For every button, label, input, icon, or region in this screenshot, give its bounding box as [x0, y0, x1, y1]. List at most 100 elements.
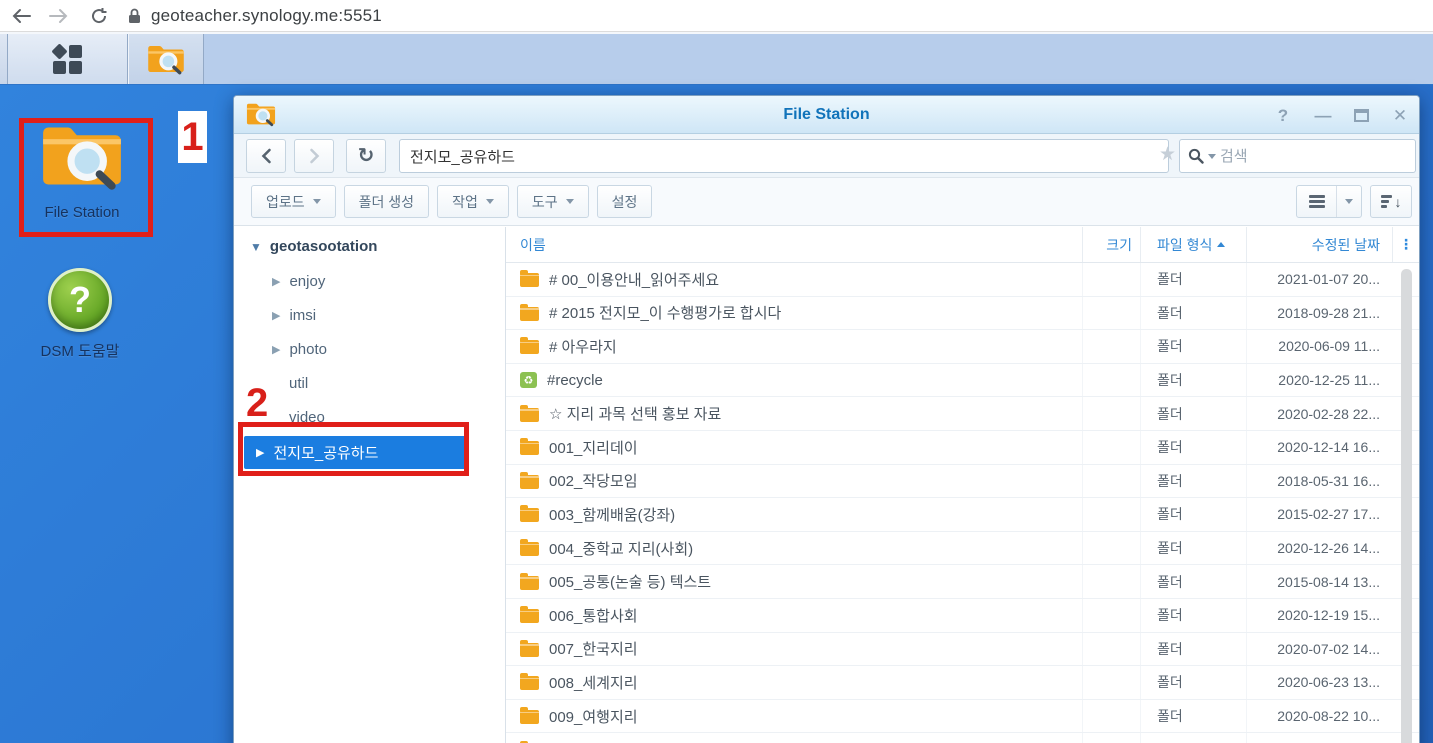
view-mode-button[interactable]: [1296, 185, 1362, 218]
refresh-icon: ↻: [357, 145, 375, 167]
browser-toolbar: geoteacher.synology.me:5551: [0, 0, 1433, 32]
table-row[interactable]: # 아우라지 폴더 2020-06-09 11...: [506, 330, 1419, 364]
create-folder-button[interactable]: 폴더 생성: [343, 185, 430, 218]
table-row[interactable]: 007_한국지리 폴더 2020-07-02 14...: [506, 632, 1419, 667]
window-close-button[interactable]: ✕: [1391, 107, 1409, 124]
nav-refresh-button[interactable]: ↻: [346, 139, 386, 173]
path-field[interactable]: 전지모_공유하드: [399, 139, 1169, 173]
address-bar[interactable]: geoteacher.synology.me:5551: [128, 6, 382, 26]
chevron-down-icon: [485, 199, 494, 204]
action-toolbar: 업로드 폴더 생성 작업 도구 설정 ↓: [234, 178, 1419, 226]
expand-triangle-icon[interactable]: ▶: [256, 446, 264, 459]
list-view-icon[interactable]: [1297, 186, 1337, 217]
desktop-icon-label: File Station: [44, 204, 120, 221]
tree-item-photo[interactable]: ▶ photo: [234, 332, 505, 366]
table-row[interactable]: 006_통합사회 폴더 2020-12-19 15...: [506, 598, 1419, 633]
settings-button[interactable]: 설정: [596, 185, 653, 218]
browser-refresh-icon[interactable]: [84, 3, 114, 29]
folder-icon: [520, 471, 539, 489]
desktop-icon-dsm-help[interactable]: ? DSM 도움말: [16, 268, 144, 361]
table-row[interactable]: 004_중학교 지리(사회) 폴더 2020-12-26 14...: [506, 531, 1419, 566]
sort-arrow-icon: ↓: [1394, 193, 1402, 210]
table-row[interactable]: # 00_이용안내_읽어주세요 폴더 2021-01-07 20...: [506, 263, 1419, 297]
folder-icon: [520, 707, 539, 725]
collapse-triangle-icon[interactable]: ▼: [250, 240, 262, 254]
folder-icon: [520, 303, 539, 321]
file-station-icon: [148, 45, 184, 75]
main-menu-button[interactable]: [8, 34, 128, 84]
column-header-size[interactable]: 크기: [1082, 227, 1140, 262]
sort-button[interactable]: ↓: [1370, 185, 1412, 218]
help-icon: ?: [48, 268, 112, 332]
expand-triangle-icon[interactable]: ▶: [272, 275, 280, 288]
table-row[interactable]: ☆ 지리 과목 선택 홍보 자료 폴더 2020-02-28 22...: [506, 397, 1419, 431]
nav-back-button[interactable]: [246, 139, 286, 173]
column-header-type[interactable]: 파일 형식: [1140, 227, 1246, 262]
taskbar-file-station-button[interactable]: [128, 34, 204, 84]
lock-icon: [129, 8, 140, 23]
chevron-down-icon: [565, 199, 574, 204]
column-header-date[interactable]: 수정된 날짜: [1246, 227, 1392, 262]
url-text: geoteacher.synology.me:5551: [151, 5, 382, 25]
file-station-icon: [43, 127, 121, 190]
table-row[interactable]: 008_세계지리 폴더 2020-06-23 13...: [506, 666, 1419, 700]
table-row[interactable]: 009_여행지리 폴더 2020-08-22 10...: [506, 699, 1419, 734]
tree-item-video[interactable]: video: [234, 400, 505, 434]
sort-icon: [1380, 195, 1392, 208]
file-list-header: 이름 크기 파일 형식 수정된 날짜 ⋮: [506, 227, 1419, 263]
folder-icon: [520, 606, 539, 624]
folder-icon: [520, 438, 539, 456]
sort-ascending-icon: [1217, 242, 1226, 247]
window-maximize-button[interactable]: [1354, 108, 1369, 122]
window-minimize-button[interactable]: —: [1314, 107, 1332, 124]
nav-forward-button[interactable]: [294, 139, 334, 173]
tree-item-imsi[interactable]: ▶ imsi: [234, 298, 505, 332]
table-row[interactable]: 005_공통(논술 등) 텍스트 폴더 2015-08-14 13...: [506, 565, 1419, 599]
window-titlebar[interactable]: File Station ? — ✕: [234, 96, 1419, 134]
search-options-caret-icon[interactable]: [1208, 153, 1216, 159]
column-options-icon[interactable]: ⋮: [1392, 227, 1419, 262]
favorite-star-icon[interactable]: ★: [1159, 143, 1176, 166]
table-row[interactable]: ♻ #recycle 폴더 2020-12-25 11...: [506, 363, 1419, 398]
desktop-icon-label: DSM 도움말: [40, 343, 120, 360]
browser-back-icon[interactable]: [6, 3, 36, 29]
folder-icon: [520, 639, 539, 657]
upload-button[interactable]: 업로드: [251, 185, 336, 218]
folder-icon: [520, 505, 539, 523]
expand-triangle-icon[interactable]: ▶: [272, 309, 280, 322]
table-row[interactable]: 001_지리데이 폴더 2020-12-14 16...: [506, 430, 1419, 465]
view-mode-caret-icon[interactable]: [1337, 186, 1361, 217]
expand-triangle-icon[interactable]: ▶: [272, 343, 280, 356]
taskbar-edge: [0, 34, 8, 84]
action-menu-button[interactable]: 작업: [437, 185, 509, 218]
browser-forward-icon[interactable]: [44, 3, 74, 29]
file-list: 이름 크기 파일 형식 수정된 날짜 ⋮ # 00_이용안내_읽어주세요 폴더 …: [506, 227, 1419, 743]
dsm-taskbar: [0, 32, 1433, 86]
recycle-bin-icon: ♻: [520, 372, 537, 389]
folder-icon: [520, 673, 539, 691]
current-path: 전지모_공유하드: [410, 148, 515, 166]
search-input[interactable]: [1220, 147, 1407, 165]
navigation-bar: ↻ 전지모_공유하드 ★: [234, 134, 1419, 178]
tree-item-root[interactable]: ▼ geotasootation: [234, 229, 505, 264]
tools-menu-button[interactable]: 도구: [516, 185, 589, 218]
table-row[interactable]: 003_함께배움(강좌) 폴더 2015-02-27 17...: [506, 498, 1419, 532]
window-help-button[interactable]: ?: [1274, 107, 1292, 124]
search-icon: [1188, 148, 1204, 164]
column-header-name[interactable]: 이름: [506, 227, 1082, 262]
folder-icon: [520, 270, 539, 288]
tree-item-shared-drive-selected[interactable]: ▶ 전지모_공유하드: [244, 436, 468, 469]
folder-icon: [520, 539, 539, 557]
window-title: File Station: [783, 106, 870, 123]
folder-icon: [520, 404, 539, 422]
folder-icon: [520, 572, 539, 590]
folder-tree: ▼ geotasootation ▶ enjoy ▶ imsi ▶ photo …: [234, 227, 506, 743]
search-box[interactable]: [1179, 139, 1416, 173]
table-row[interactable]: 002_작당모임 폴더 2018-05-31 16...: [506, 464, 1419, 499]
vertical-scrollbar[interactable]: [1401, 269, 1412, 743]
table-row[interactable]: # 2015 전지모_이 수행평가로 합시다 폴더 2018-09-28 21.…: [506, 296, 1419, 331]
tree-item-util[interactable]: util: [234, 366, 505, 400]
tree-item-enjoy[interactable]: ▶ enjoy: [234, 264, 505, 298]
desktop-icon-file-station[interactable]: File Station: [18, 121, 146, 221]
table-row[interactable]: [506, 733, 1419, 743]
